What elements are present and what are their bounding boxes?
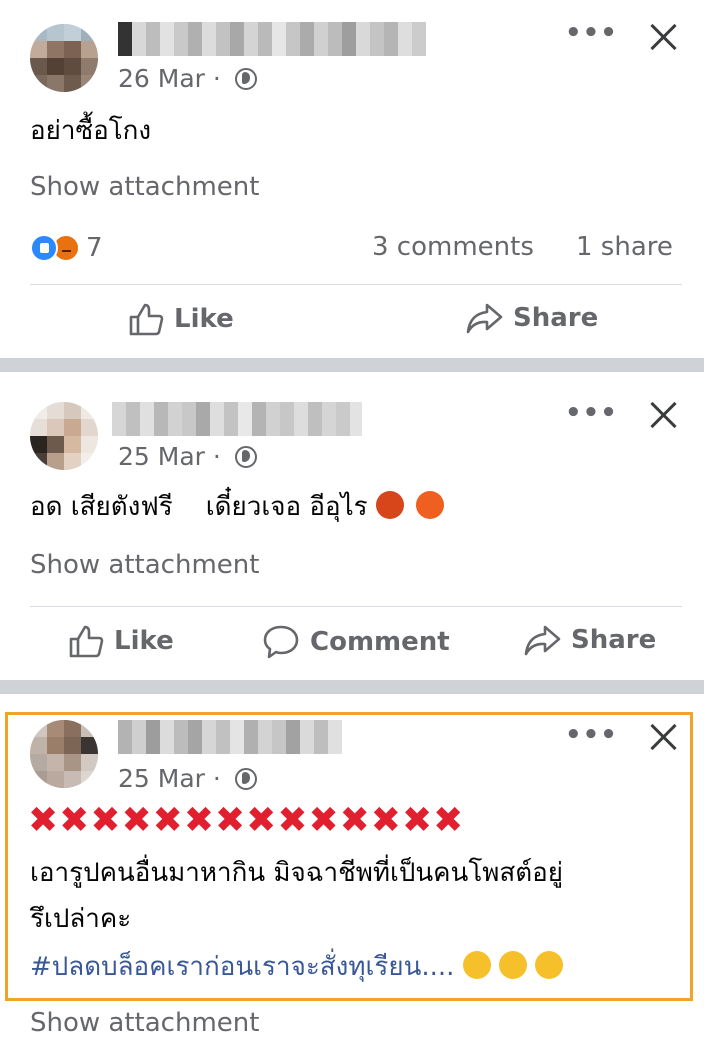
show-attachment-link[interactable]: Show attachment	[30, 550, 259, 580]
post-meta: 25 Mar ·	[118, 442, 257, 471]
post-date[interactable]: 25 Mar	[118, 442, 205, 471]
like-icon	[69, 625, 104, 658]
author-name-blurred[interactable]	[112, 402, 362, 436]
comment-button[interactable]: Comment	[262, 624, 450, 660]
angry-face-emoji	[416, 491, 445, 519]
like-button[interactable]: Like	[128, 302, 234, 336]
globe-icon	[234, 68, 257, 90]
avatar[interactable]	[30, 24, 98, 92]
post-separator	[0, 358, 704, 372]
post-text: อด เสียตังฟรี เดี๋ยวเจอ อีอุไร	[30, 486, 445, 527]
post-text: อย่าซื้อโกง	[30, 116, 152, 146]
more-icon[interactable]: •••	[565, 18, 618, 48]
reactions-summary[interactable]: 7	[30, 233, 103, 263]
comments-count[interactable]: 3 comments	[372, 232, 534, 262]
show-attachment-link[interactable]: Show attachment	[30, 172, 259, 202]
shares-count[interactable]: 1 share	[576, 232, 673, 262]
post-date[interactable]: 26 Mar	[118, 64, 205, 93]
share-button[interactable]: Share	[523, 624, 656, 656]
like-button[interactable]: Like	[68, 624, 174, 658]
divider	[30, 606, 682, 607]
post-2: 25 Mar · ••• อด เสียตังฟรี เดี๋ยวเจอ อีอ…	[0, 372, 704, 680]
divider	[30, 284, 682, 285]
post-meta: 26 Mar ·	[118, 64, 257, 93]
avatar[interactable]	[30, 402, 98, 470]
close-icon[interactable]	[647, 398, 681, 432]
comment-icon	[263, 625, 299, 659]
post-separator	[0, 680, 704, 694]
more-icon[interactable]: •••	[565, 398, 618, 428]
share-icon	[466, 303, 503, 334]
post-1: 26 Mar · ••• อย่าซื้อโกง Show attachment…	[0, 0, 704, 358]
author-name-blurred[interactable]	[118, 22, 428, 56]
globe-icon	[234, 446, 257, 468]
cursing-face-emoji	[375, 491, 404, 519]
reaction-count: 7	[86, 233, 103, 263]
close-icon[interactable]	[647, 20, 681, 54]
like-icon	[129, 303, 164, 336]
share-icon	[524, 625, 561, 656]
like-reaction-icon	[30, 234, 58, 262]
show-attachment-link[interactable]: Show attachment	[30, 1008, 259, 1038]
share-button[interactable]: Share	[465, 302, 598, 334]
highlight-box	[5, 712, 693, 1001]
